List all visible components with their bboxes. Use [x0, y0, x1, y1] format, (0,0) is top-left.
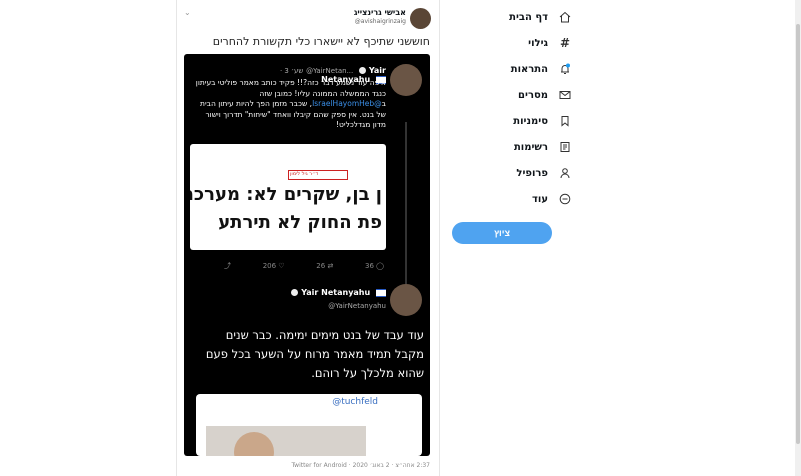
flag-icon — [376, 288, 386, 297]
photo-background — [206, 426, 366, 456]
reply-count: 36 ◯ — [365, 262, 384, 270]
avatar — [390, 284, 422, 316]
embedded-tweet-text-2: עוד עבד של בנט מימים ימימה. כבר שנים מקב… — [205, 328, 424, 380]
headline-line-1: ן בן, שקרים לא: מערכת — [190, 184, 382, 205]
sidebar-item-profile[interactable]: פרופיל — [452, 162, 572, 184]
sidebar-item-lists[interactable]: רשימות — [452, 136, 572, 158]
sidebar-item-label: מסרים — [518, 89, 548, 101]
bookmark-icon — [558, 114, 572, 128]
scrollbar-thumb[interactable] — [796, 24, 800, 444]
avatar[interactable] — [410, 8, 431, 29]
sidebar-item-bookmarks[interactable]: סימניות — [452, 110, 572, 132]
embedded-name: Yair Netanyahu — [301, 288, 371, 297]
author-label: ד״ר גיל לימון — [290, 171, 319, 177]
tweet-media-image[interactable]: · 3 שע׳ @YairNetan... Yair Netanyahu איפ… — [184, 54, 430, 456]
sidebar-item-messages[interactable]: מסרים — [452, 84, 572, 106]
sidebar-item-explore[interactable]: גילוי # — [452, 32, 572, 54]
embedded-mention-link: @IsraelHayomHeb — [312, 99, 382, 108]
like-count: 206 ♡ — [262, 262, 285, 270]
embedded-handle: @YairNetan... — [306, 67, 354, 75]
verified-icon — [359, 67, 367, 74]
sidebar-item-label: סימניות — [513, 115, 548, 127]
hashtag-icon: # — [559, 36, 571, 50]
image-tag: @tuchfeld — [332, 397, 378, 407]
sidebar-item-label: עוד — [532, 193, 548, 205]
list-icon — [558, 140, 572, 154]
bell-icon — [558, 62, 572, 76]
embedded-tweet-text: איפה עוד נשמע דבר כזה?!! פקיד כותב מאמר … — [190, 78, 386, 131]
thread-line — [405, 122, 407, 287]
sidebar-item-label: רשימות — [513, 141, 548, 153]
sidebar-item-more[interactable]: עוד — [452, 188, 572, 210]
likes-value: 206 — [262, 262, 277, 270]
share-icon: ⤴ — [224, 262, 231, 270]
profile-icon — [558, 166, 572, 180]
embedded-photo: @tuchfeld — [196, 394, 422, 456]
tweet-button[interactable]: ציוץ — [452, 222, 552, 244]
mail-icon — [558, 88, 572, 102]
embedded-author-line-2: Yair Netanyahu — [262, 288, 386, 297]
embedded-handle: @YairNetanyahu — [328, 302, 386, 310]
tweet-timestamp[interactable]: 2:37 אחה״צ · 2 באוג׳ 2020 · Twitter for … — [182, 462, 430, 469]
tweet-text: חוששני שתיכף לא יישארו כלי תקשורת להחרים — [212, 35, 430, 48]
home-icon — [558, 10, 572, 24]
sidebar-item-notifications[interactable]: התראות — [452, 58, 572, 80]
chevron-down-icon[interactable]: ⌄ — [184, 8, 191, 17]
more-icon — [558, 192, 572, 206]
sidebar-item-label: דף הבית — [509, 11, 548, 23]
sidebar-item-label: פרופיל — [516, 167, 548, 179]
sidebar-item-home[interactable]: דף הבית — [452, 6, 572, 28]
embedded-action-bar: ⤴ 206 ♡ 26 ⇄ 36 ◯ — [224, 260, 384, 272]
sidebar-item-label: התראות — [510, 63, 548, 75]
author-handle[interactable]: @avishaigrinzaig — [302, 18, 406, 25]
newspaper-clipping-image: ד״ר גיל לימון ן בן, שקרים לא: מערכת פת ה… — [190, 144, 386, 250]
replies-value: 36 — [365, 262, 374, 270]
author-name[interactable]: אבישי גרינצייג — [302, 8, 406, 17]
retweets-value: 26 — [316, 262, 326, 270]
sidebar-item-label: גילוי — [528, 37, 548, 49]
avatar — [390, 64, 422, 96]
verified-icon — [291, 289, 299, 296]
embedded-time: · 3 שע׳ — [279, 67, 304, 75]
headline-line-2: פת החוק לא תירתע — [218, 212, 382, 233]
retweet-count: 26 ⇄ — [316, 262, 334, 270]
